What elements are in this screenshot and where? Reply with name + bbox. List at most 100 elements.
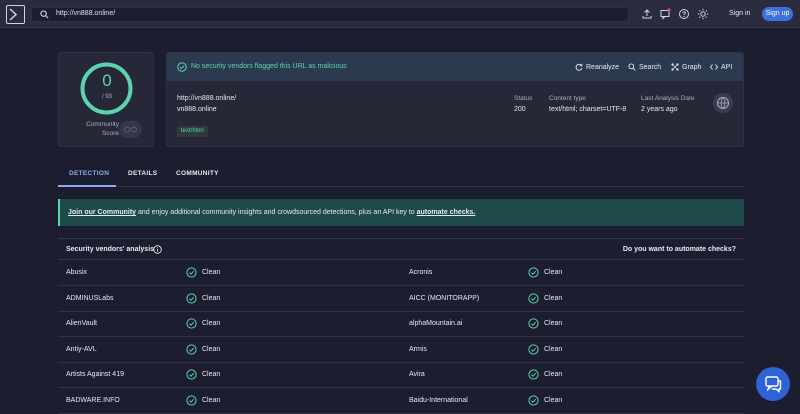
graph-button[interactable]: Graph (671, 63, 701, 71)
check-circle-icon (186, 318, 197, 331)
community-score-label: Community Score (67, 120, 119, 138)
community-label-line1: Community (86, 121, 119, 128)
check-circle-icon (528, 395, 539, 408)
vendor-result: Clean (544, 397, 563, 404)
vendor-result: Clean (202, 371, 221, 379)
search-icon (40, 10, 49, 19)
vendor-row: BADWARE.INFO Clean Baidu-International Clea… (58, 388, 744, 414)
scanned-url: http://vn888.online/ (177, 95, 237, 102)
vendor-name: Antiy-AVL (66, 345, 97, 353)
upload-icon[interactable] (641, 8, 653, 20)
vendor-name: AlienVault (66, 320, 98, 328)
community-score-badge[interactable] (119, 121, 142, 138)
tab-community[interactable]: COMMUNITY (176, 170, 219, 177)
verdict-bar: No security vendors flagged this URL as … (167, 53, 743, 81)
check-circle-icon (186, 395, 197, 408)
vendors-table: Security vendors' analysis Do you want t… (58, 238, 744, 414)
site-favicon (713, 93, 733, 113)
check-circle-icon (528, 369, 539, 382)
score-value: 0 (102, 71, 112, 90)
vendor-name: Acronis (409, 269, 433, 276)
vendor-result: Clean (544, 294, 563, 302)
vendor-row: ADMINUSLabs Clean AICC (MONITORAPP) Clean (58, 286, 744, 312)
check-circle-icon (186, 292, 197, 306)
tab-bar: DETECTION DETAILS COMMUNITY (58, 160, 744, 187)
vendor-name: alphaMountain.ai (409, 320, 463, 328)
vendor-name: BADWARE.INFO (66, 397, 120, 404)
vendor-row: Abusix Clean Acronis Clean (58, 260, 744, 286)
url-search-input[interactable]: http://vn888.online/ (31, 7, 629, 22)
vendor-row: Antiy-AVL Clean Armis Clean (58, 337, 744, 363)
sign-in-link[interactable]: Sign in (729, 10, 750, 17)
check-circle-icon (528, 267, 539, 280)
reanalyze-label: Reanalyze (586, 63, 620, 71)
chat-icon (765, 376, 782, 393)
vendor-name: Baidu-International (409, 397, 468, 404)
vendor-name: Avira (409, 371, 425, 379)
vendor-name: Abusix (66, 269, 88, 276)
graph-icon (671, 63, 679, 71)
vendor-result: Clean (202, 320, 221, 328)
check-circle-icon (528, 344, 539, 357)
check-circle-icon (186, 267, 197, 280)
search-button[interactable]: Search (628, 63, 661, 71)
tab-details[interactable]: DETAILS (128, 170, 157, 177)
chat-button[interactable] (756, 367, 790, 401)
flag-icon[interactable] (659, 8, 671, 20)
vendor-row: AlienVault Clean alphaMountain.ai Clean (58, 311, 744, 338)
info-icon[interactable] (153, 245, 162, 254)
vendor-name: Artists Against 419 (66, 371, 124, 379)
top-bar: http://vn888.online/ Sign in Sign up (0, 0, 800, 28)
check-circle-icon (186, 369, 197, 382)
content-tag[interactable]: text/html (177, 126, 208, 137)
banner-middle-text: and enjoy additional community insights … (136, 209, 417, 216)
last-analysis-value: 2 years ago (641, 106, 678, 113)
theme-icon[interactable] (697, 8, 709, 20)
vendor-name: ADMINUSLabs (66, 294, 114, 302)
sign-up-button[interactable]: Sign up (762, 7, 793, 21)
vendor-result: Clean (202, 294, 221, 302)
automate-checks-link[interactable]: automate checks. (417, 209, 476, 216)
verdict-text: No security vendors flagged this URL as … (191, 63, 347, 70)
vendor-row: Artists Against 419 Clean Avira Clean (58, 362, 744, 389)
refresh-icon (575, 63, 583, 71)
reanalyze-button[interactable]: Reanalyze (575, 63, 619, 71)
score-total: / 93 (101, 94, 112, 100)
virustotal-logo-icon[interactable] (6, 5, 25, 24)
search-label: Search (639, 63, 662, 71)
last-analysis-label: Last Analysis Date (641, 95, 695, 102)
graph-label: Graph (682, 63, 702, 71)
vendor-result: Clean (544, 345, 563, 353)
detection-score-card: 0 / 93 Community Score (58, 52, 154, 147)
status-value: 200 (514, 106, 526, 113)
url-summary-card: No security vendors flagged this URL as … (166, 52, 744, 147)
search-input-value: http://vn888.online/ (56, 10, 116, 17)
vendor-name: Armis (409, 345, 427, 353)
community-label-line2: Score (102, 130, 119, 137)
check-circle-icon (177, 62, 187, 72)
vendor-result: Clean (544, 371, 563, 379)
help-icon[interactable] (678, 8, 690, 20)
community-banner: Join our Community and enjoy additional … (58, 199, 744, 226)
vendor-result: Clean (202, 345, 221, 353)
vendor-result: Clean (544, 269, 563, 276)
api-label: API (721, 63, 733, 71)
search-icon (628, 63, 636, 71)
vendor-result: Clean (202, 397, 221, 404)
status-label: Status (514, 95, 533, 102)
banner-text: Join our Community and enjoy additional … (68, 209, 475, 216)
api-button[interactable]: API (710, 63, 732, 71)
automate-checks-prompt[interactable]: Do you want to automate checks? (623, 246, 736, 253)
scanned-host: vn888.online (177, 106, 217, 113)
check-circle-icon (528, 318, 539, 331)
vendor-result: Clean (544, 320, 563, 328)
vendor-name: AICC (MONITORAPP) (409, 294, 480, 302)
tab-detection[interactable]: DETECTION (69, 170, 109, 177)
api-icon (710, 64, 718, 70)
content-type-label: Content type (549, 95, 586, 102)
join-community-link[interactable]: Join our Community (68, 209, 136, 216)
vendors-table-header: Security vendors' analysis Do you want t… (58, 238, 744, 260)
vendor-result: Clean (202, 269, 221, 276)
active-tab-indicator (58, 185, 116, 187)
vendors-table-title: Security vendors' analysis (66, 246, 155, 253)
